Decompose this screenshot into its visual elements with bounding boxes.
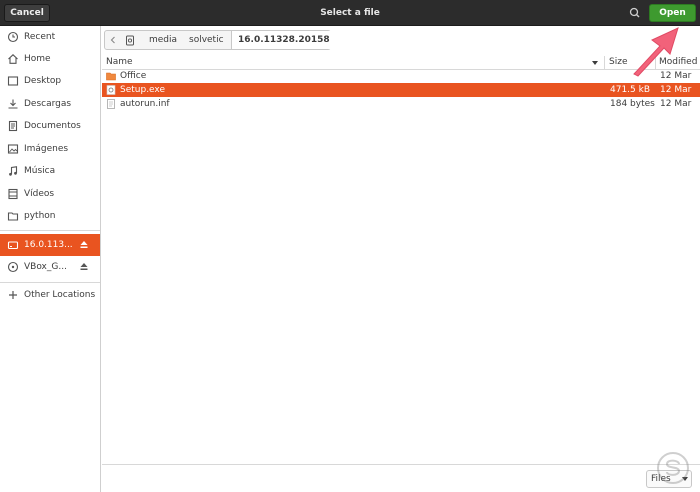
sidebar-item-label: Home — [24, 54, 51, 64]
sidebar-item-device-disc[interactable]: VBox_G... — [0, 256, 100, 278]
file-list-header: Name Size Modified — [102, 56, 700, 70]
music-icon — [9, 166, 18, 176]
sidebar-item-label: Descargas — [24, 99, 72, 109]
eject-icon[interactable] — [80, 262, 88, 271]
plus-icon — [9, 291, 17, 299]
sidebar-item-desktop[interactable]: Desktop — [0, 70, 100, 92]
desktop-icon — [7, 76, 19, 86]
column-divider — [655, 56, 656, 70]
text-file-icon — [107, 99, 115, 109]
sidebar-divider — [0, 282, 100, 283]
sidebar-item-label: Recent — [24, 32, 56, 42]
breadcrumb-segment[interactable]: solvetic — [189, 31, 224, 49]
breadcrumb-segment-current[interactable]: 16.0.11328.20158 — [231, 31, 336, 49]
sidebar-item-label: Documentos — [24, 121, 81, 131]
column-size[interactable]: Size — [609, 56, 627, 70]
file-modified: 12 Mar — [660, 71, 692, 81]
executable-icon — [106, 85, 116, 95]
breadcrumb: media solvetic 16.0.11328.20158 — [104, 30, 336, 50]
sidebar-item-label: Desktop — [24, 76, 62, 86]
sidebar-item-other-locations[interactable]: Other Locations — [0, 284, 100, 306]
sidebar-item-label: Imágenes — [24, 144, 69, 154]
column-name[interactable]: Name — [106, 56, 133, 70]
sidebar-item-home[interactable]: Home — [0, 48, 100, 70]
file-modified: 12 Mar — [660, 99, 692, 109]
footer-divider — [102, 464, 700, 465]
clock-icon — [7, 31, 19, 43]
sidebar-item-label: 16.0.113... — [24, 240, 73, 250]
sidebar-item-python[interactable]: python — [0, 205, 100, 227]
watermark-logo-icon — [657, 452, 689, 484]
search-button[interactable] — [626, 5, 644, 21]
video-icon — [8, 188, 18, 200]
sidebar-item-label: Other Locations — [24, 290, 96, 300]
cancel-button[interactable]: Cancel — [4, 4, 50, 22]
file-name: Office — [120, 71, 147, 81]
file-size: 184 bytes — [610, 99, 655, 109]
sort-down-icon[interactable] — [591, 60, 599, 66]
sidebar-item-descargas[interactable]: Descargas — [0, 93, 100, 115]
dialog-title: Select a file — [320, 8, 380, 18]
sidebar-item-label: Música — [24, 166, 56, 176]
sidebar: Recent Home Desktop Descargas Documentos… — [0, 26, 101, 492]
drive-icon — [7, 241, 19, 250]
sidebar-item-imagenes[interactable]: Imágenes — [0, 138, 100, 160]
sidebar-item-musica[interactable]: Música — [0, 160, 100, 182]
sidebar-item-device-drive[interactable]: 16.0.113... — [0, 234, 100, 256]
image-icon — [7, 144, 19, 154]
sidebar-item-label: Vídeos — [24, 189, 55, 199]
folder-icon — [106, 72, 116, 81]
sidebar-item-label: python — [24, 211, 56, 221]
disc-icon — [7, 261, 19, 273]
sidebar-item-label: VBox_G... — [24, 262, 67, 272]
file-row-setup[interactable]: Setup.exe 471.5 kB 12 Mar — [102, 83, 700, 97]
folder-icon — [7, 212, 19, 221]
sidebar-item-videos[interactable]: Vídeos — [0, 183, 100, 205]
drive-icon[interactable] — [125, 35, 135, 46]
column-divider — [604, 56, 605, 70]
download-icon — [8, 99, 18, 109]
document-icon — [8, 120, 18, 132]
file-browser: media solvetic 16.0.11328.20158 Name Siz… — [102, 26, 700, 492]
sidebar-item-recent[interactable]: Recent — [0, 26, 100, 48]
file-name: Setup.exe — [120, 85, 166, 95]
file-modified: 12 Mar — [660, 85, 692, 95]
file-name: autorun.inf — [120, 99, 170, 109]
column-modified[interactable]: Modified — [659, 56, 697, 70]
home-icon — [8, 54, 18, 64]
header-bar: Cancel Select a file Open — [0, 0, 700, 26]
eject-icon[interactable] — [80, 240, 88, 249]
sidebar-item-documentos[interactable]: Documentos — [0, 115, 100, 137]
search-icon — [629, 7, 640, 18]
breadcrumb-segment[interactable]: media — [149, 31, 177, 49]
file-size: 471.5 kB — [610, 85, 651, 95]
sidebar-divider — [0, 230, 100, 231]
chevron-left-icon[interactable] — [110, 36, 116, 44]
open-button[interactable]: Open — [649, 4, 696, 22]
file-row-autorun[interactable]: autorun.inf 184 bytes 12 Mar — [102, 97, 700, 111]
file-row-office[interactable]: Office 12 Mar — [102, 69, 700, 83]
